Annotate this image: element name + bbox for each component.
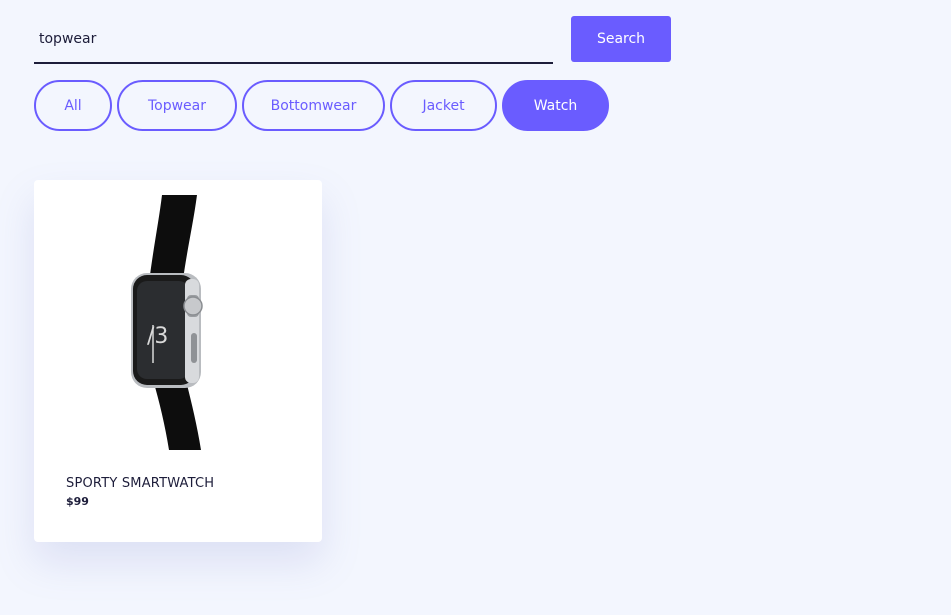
filter-topwear[interactable]: Topwear — [117, 80, 237, 131]
svg-text:/3: /3 — [147, 324, 168, 349]
product-price: $99 — [66, 495, 89, 508]
product-name: SPORTY SMARTWATCH — [66, 476, 215, 491]
product-card[interactable]: /3 SPORTY SMARTWATCH $99 — [34, 180, 322, 542]
filter-watch[interactable]: Watch — [502, 80, 609, 131]
category-filters: All Topwear Bottomwear Jacket Watch — [34, 80, 609, 131]
search-bar: Search — [34, 16, 671, 64]
search-button[interactable]: Search — [571, 16, 671, 62]
filter-all[interactable]: All — [34, 80, 112, 131]
smartwatch-image: /3 — [131, 195, 203, 450]
filter-jacket[interactable]: Jacket — [390, 80, 497, 131]
filter-bottomwear[interactable]: Bottomwear — [242, 80, 385, 131]
search-input[interactable] — [34, 16, 553, 64]
